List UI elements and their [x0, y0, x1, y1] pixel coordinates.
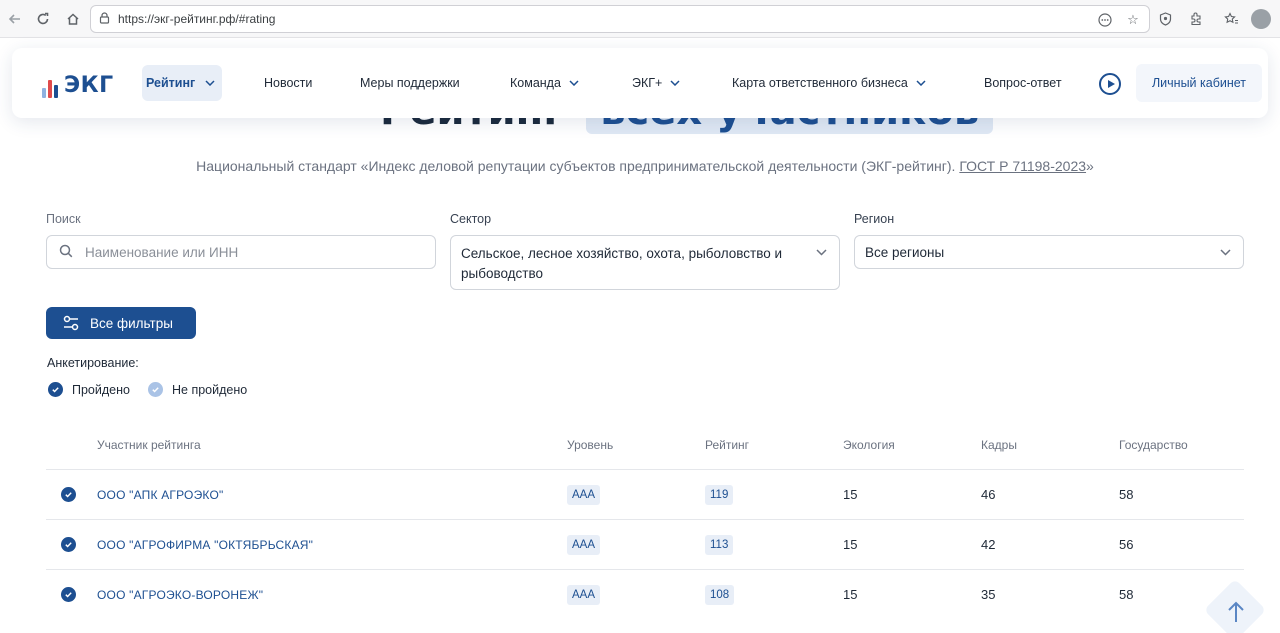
rating-badge: 119 [705, 485, 734, 505]
chevron-down-icon [670, 77, 680, 89]
nav-item-team[interactable]: Команда [510, 48, 579, 118]
column-header-state[interactable]: Государство [1119, 438, 1188, 452]
rating-badge: 113 [705, 535, 734, 555]
staff-value: 42 [981, 537, 996, 552]
sector-label: Сектор [450, 212, 492, 226]
chevron-down-icon [816, 245, 827, 259]
nav-item-label: Рейтинг [146, 76, 196, 90]
nav-item-rating[interactable]: Рейтинг [142, 65, 222, 101]
table-row[interactable]: ООО "АПК АГРОЭКО" ААА 119 15 46 58 [46, 469, 1244, 519]
ecology-value: 15 [843, 487, 858, 502]
chevron-down-icon [205, 77, 215, 89]
home-icon[interactable] [62, 8, 84, 30]
state-value: 58 [1119, 487, 1134, 502]
favorites-icon[interactable] [1220, 8, 1242, 30]
logo-bars-icon [42, 76, 58, 98]
reload-icon[interactable] [32, 8, 54, 30]
shield-icon[interactable] [1154, 8, 1176, 30]
sliders-icon [63, 315, 79, 331]
nav-item-business-map[interactable]: Карта ответственного бизнеса [732, 48, 926, 118]
chevron-down-icon [569, 77, 579, 89]
nav-item-news[interactable]: Новости [264, 48, 312, 118]
level-badge: ААА [567, 485, 601, 505]
nav-item-support[interactable]: Меры поддержки [360, 48, 460, 118]
search-field[interactable] [46, 235, 436, 269]
nav-item-label: ЭКГ+ [632, 76, 663, 90]
region-select[interactable]: Все регионы [854, 235, 1244, 269]
survey-option-label: Не пройдено [172, 382, 248, 397]
column-header-ecology[interactable]: Экология [843, 438, 895, 452]
state-value: 58 [1119, 587, 1134, 602]
arrow-up-icon [1228, 601, 1244, 622]
nav-item-label: Меры поддержки [360, 76, 460, 90]
sector-select[interactable]: Сельское, лесное хозяйство, охота, рыбол… [450, 235, 840, 290]
search-label: Поиск [46, 212, 81, 226]
all-filters-label: Все фильтры [90, 315, 173, 331]
ecology-value: 15 [843, 587, 858, 602]
sector-value: Сельское, лесное хозяйство, охота, рыбол… [461, 246, 783, 281]
all-filters-button[interactable]: Все фильтры [46, 307, 196, 339]
address-bar[interactable]: https://экг-рейтинг.рф/#rating ☆ [90, 5, 1150, 33]
nav-item-faq[interactable]: Вопрос-ответ [984, 48, 1062, 118]
participant-name-link[interactable]: ООО "АГРОЭКО-ВОРОНЕЖ" [97, 588, 263, 602]
more-options-icon[interactable] [1095, 10, 1115, 30]
rating-badge: 108 [705, 585, 735, 605]
nav-item-ekg-plus[interactable]: ЭКГ+ [632, 48, 680, 118]
lock-icon [99, 12, 110, 27]
back-arrow-icon[interactable] [4, 8, 26, 30]
nav-item-label: Карта ответственного бизнеса [732, 76, 908, 90]
nav-item-label: Команда [510, 76, 561, 90]
personal-account-button[interactable]: Личный кабинет [1136, 64, 1262, 102]
subtitle-end: » [1086, 158, 1094, 174]
bookmark-star-icon[interactable]: ☆ [1123, 10, 1143, 30]
ecology-value: 15 [843, 537, 858, 552]
url-text: https://экг-рейтинг.рф/#rating [118, 12, 276, 26]
check-circle-icon [61, 487, 76, 502]
column-header-rating[interactable]: Рейтинг [705, 438, 749, 452]
participant-name-link[interactable]: ООО "АПК АГРОЭКО" [97, 488, 223, 502]
check-circle-icon [61, 587, 76, 602]
staff-value: 35 [981, 587, 996, 602]
logo-wordmark: ЭКГ [64, 73, 114, 98]
table-row[interactable]: ООО "АГРОФИРМА "ОКТЯБРЬСКАЯ" ААА 113 15 … [46, 519, 1244, 569]
column-header-participant[interactable]: Участник рейтинга [97, 438, 201, 452]
profile-avatar[interactable] [1251, 9, 1271, 29]
state-value: 56 [1119, 537, 1134, 552]
staff-value: 46 [981, 487, 996, 502]
nav-item-label: Новости [264, 76, 313, 90]
survey-label: Анкетирование: [47, 356, 139, 370]
survey-option-label: Пройдено [72, 382, 130, 397]
subtitle-text: Национальный стандарт «Индекс деловой ре… [196, 158, 956, 174]
scroll-to-top-button[interactable] [1203, 578, 1267, 633]
chevron-down-icon [916, 77, 926, 89]
level-badge: ААА [567, 585, 601, 605]
table-row[interactable]: ООО "АГРОЭКО-ВОРОНЕЖ" ААА 108 15 35 58 [46, 569, 1244, 619]
search-icon [59, 244, 73, 258]
column-header-level[interactable]: Уровень [567, 438, 613, 452]
browser-toolbar: https://экг-рейтинг.рф/#rating ☆ [0, 0, 1280, 38]
region-value: Все регионы [865, 245, 945, 260]
search-input[interactable] [85, 236, 425, 268]
nav-item-label: Вопрос-ответ [984, 76, 1062, 90]
check-circle-icon [148, 382, 163, 397]
extensions-icon[interactable] [1185, 8, 1207, 30]
check-circle-icon [61, 537, 76, 552]
level-badge: ААА [567, 535, 601, 555]
site-logo[interactable]: ЭКГ [42, 70, 114, 98]
site-header: ЭКГ Рейтинг Новости Меры поддержки Коман… [12, 48, 1268, 118]
survey-option-not-passed[interactable]: Не пройдено [148, 382, 247, 397]
play-icon[interactable] [1099, 73, 1121, 95]
column-header-staff[interactable]: Кадры [981, 438, 1017, 452]
check-circle-icon [48, 382, 63, 397]
page-subtitle: Национальный стандарт «Индекс деловой ре… [0, 158, 1280, 174]
participant-name-link[interactable]: ООО "АГРОФИРМА "ОКТЯБРЬСКАЯ" [97, 538, 313, 552]
region-label: Регион [854, 212, 895, 226]
survey-option-passed[interactable]: Пройдено [48, 382, 130, 397]
chevron-down-icon [1220, 245, 1231, 259]
gost-link[interactable]: ГОСТ Р 71198-2023 [959, 158, 1086, 174]
